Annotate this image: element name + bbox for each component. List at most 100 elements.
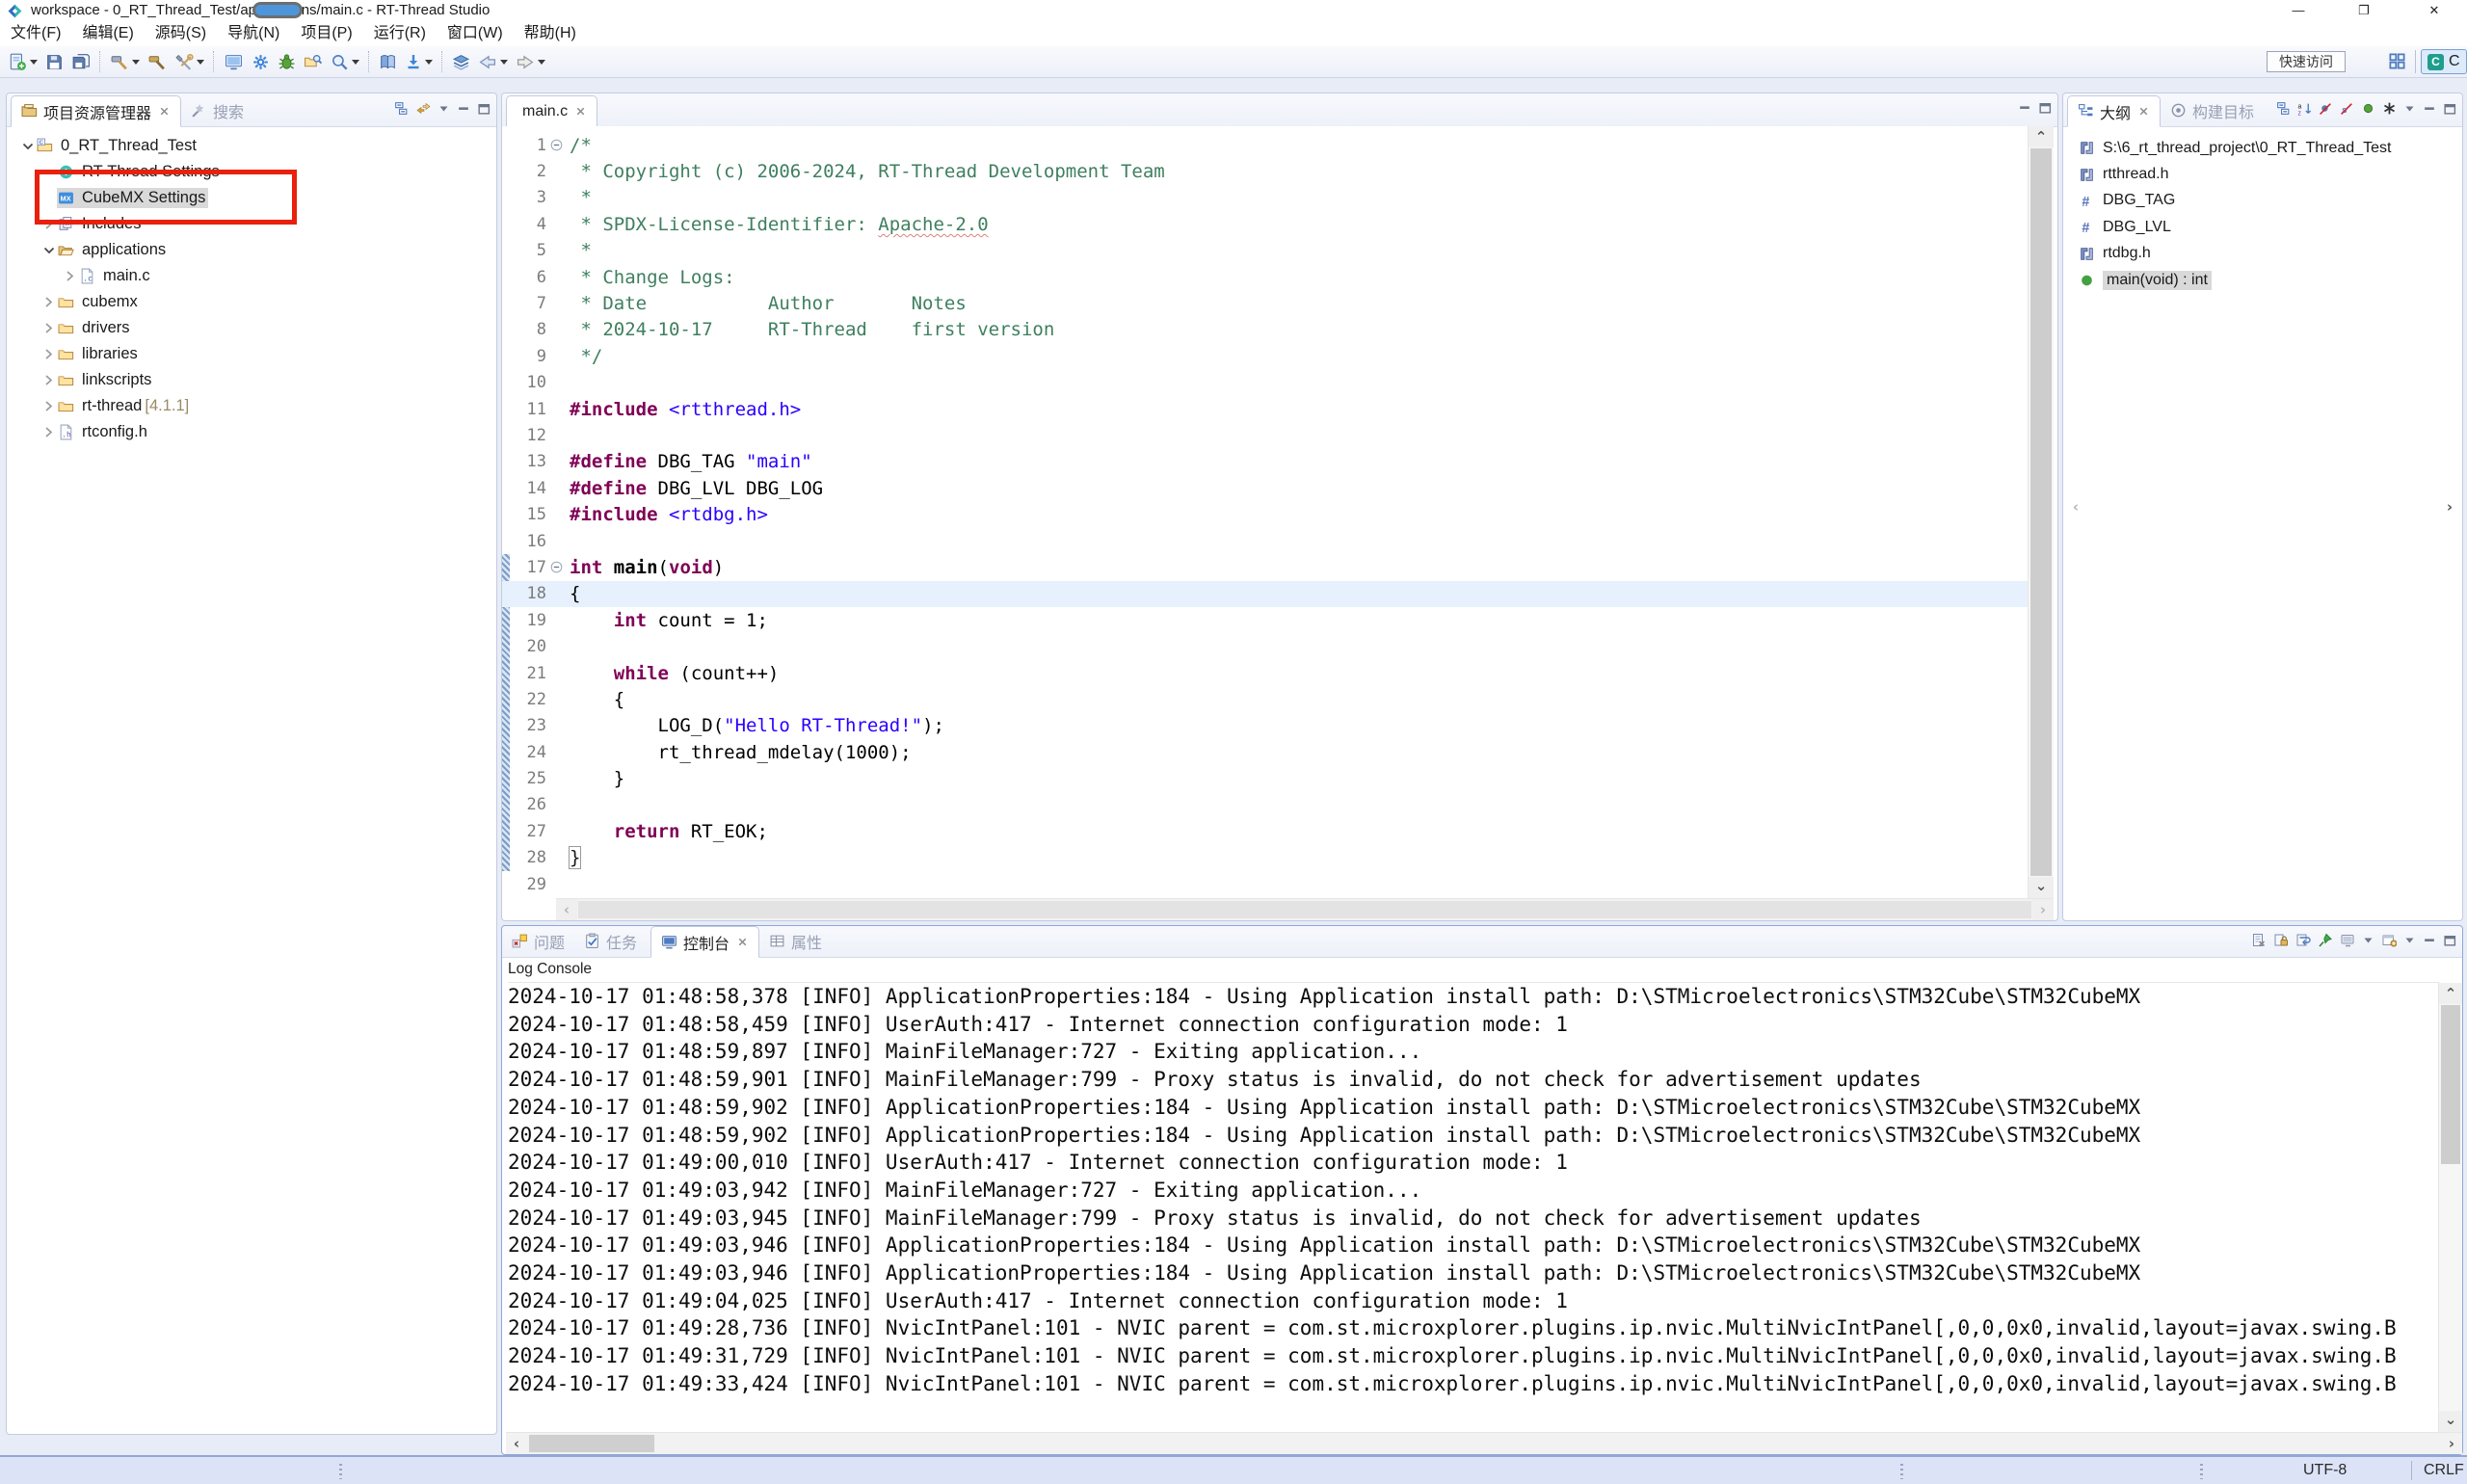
back-button[interactable]: [475, 51, 511, 73]
scroll-left-arrow[interactable]: ‹: [556, 899, 577, 920]
tree-item-cubemx[interactable]: cubemx: [7, 289, 496, 315]
menu-帮助H[interactable]: 帮助(H): [514, 21, 587, 46]
editor-vscroll-thumb[interactable]: [2030, 148, 2052, 876]
outline-tab[interactable]: 构建目标: [2161, 94, 2264, 126]
tree-item-0-rt-thread-test[interactable]: C0_RT_Thread_Test: [7, 133, 496, 159]
openconsole-icon[interactable]: [2381, 933, 2397, 947]
dropdown-caret[interactable]: [30, 60, 38, 65]
tree-item-body[interactable]: linkscripts: [57, 370, 154, 390]
tree-item-linkscripts[interactable]: linkscripts: [7, 367, 496, 393]
sortaz-icon[interactable]: az: [2297, 101, 2312, 116]
console-hscroll-thumb[interactable]: [529, 1435, 654, 1452]
build-project-button[interactable]: [145, 51, 170, 73]
clearconsole-icon[interactable]: [2251, 933, 2267, 947]
chevron-collapsed-icon[interactable]: [40, 347, 57, 361]
help-button[interactable]: [376, 51, 400, 73]
explorer-tab[interactable]: 搜索: [181, 94, 253, 126]
dropdown-caret[interactable]: [500, 60, 508, 65]
chevron-collapsed-icon[interactable]: [40, 425, 57, 439]
menu-编辑E[interactable]: 编辑(E): [71, 21, 144, 46]
close-icon[interactable]: [158, 105, 171, 118]
outline-item-s-6-rt-thread-project-0-rt-thr[interactable]: S:\6_rt_thread_project\0_RT_Thread_Test: [2063, 135, 2462, 161]
explorer-tab[interactable]: 项目资源管理器: [11, 95, 181, 127]
scroll-up-arrow[interactable]: ⌃: [2029, 126, 2054, 147]
console-horizontal-scrollbar[interactable]: ‹ ›: [506, 1432, 2462, 1454]
debug-button[interactable]: [275, 51, 299, 73]
tree-item-rt-thread[interactable]: rt-thread [4.1.1]: [7, 393, 496, 419]
viewmenu-icon[interactable]: [2362, 934, 2374, 946]
console-vertical-scrollbar[interactable]: ⌃ ⌄: [2438, 983, 2462, 1432]
minview-icon[interactable]: [2018, 101, 2031, 115]
chevron-collapsed-icon[interactable]: [61, 269, 78, 283]
menu-窗口W[interactable]: 窗口(W): [437, 21, 514, 46]
quick-access-box[interactable]: 快速访问: [2267, 51, 2346, 72]
c-perspective-button[interactable]: C C: [2421, 49, 2467, 74]
editor-horizontal-scrollbar[interactable]: ‹ ›: [556, 898, 2054, 920]
window-minimize-button[interactable]: —: [2276, 0, 2321, 21]
tree-item-body[interactable]: .hrtconfig.h: [57, 422, 150, 442]
console-scroll-right-arrow[interactable]: ›: [2441, 1433, 2462, 1454]
tree-item-body[interactable]: drivers: [57, 318, 133, 338]
close-icon[interactable]: [2137, 105, 2150, 118]
hidestatic-icon[interactable]: s: [2340, 101, 2354, 116]
tree-item-libraries[interactable]: libraries: [7, 341, 496, 367]
tree-item-body[interactable]: C0_RT_Thread_Test: [36, 136, 199, 156]
new-wizard-button[interactable]: [5, 50, 40, 73]
menu-运行R[interactable]: 运行(R): [363, 21, 437, 46]
dropdown-caret[interactable]: [425, 60, 433, 65]
tree-item-body[interactable]: .cmain.c: [78, 266, 153, 286]
chevron-collapsed-icon[interactable]: [40, 399, 57, 413]
menu-项目P[interactable]: 项目(P): [290, 21, 362, 46]
chevron-collapsed-icon[interactable]: [40, 321, 57, 335]
tree-item-main-c[interactable]: .cmain.c: [7, 263, 496, 289]
import-button[interactable]: [402, 51, 436, 73]
search-button[interactable]: [328, 51, 362, 73]
scrolllock-icon[interactable]: [2273, 933, 2289, 947]
outline-item-rtthread-h[interactable]: rtthread.h: [2063, 161, 2462, 187]
minview-icon[interactable]: [457, 102, 470, 116]
dropdown-caret[interactable]: [352, 60, 359, 65]
maxview-icon[interactable]: [2443, 934, 2456, 947]
scroll-down-arrow[interactable]: ⌄: [2029, 877, 2054, 898]
editor-hscroll-thumb[interactable]: [578, 901, 2031, 918]
outline-item-main-void-int[interactable]: main(void) : int: [2063, 267, 2462, 293]
window-close-button[interactable]: ✕: [2412, 0, 2456, 21]
tree-item-body[interactable]: rt-thread [4.1.1]: [57, 396, 189, 416]
open-perspective-button[interactable]: [2388, 52, 2406, 75]
close-icon[interactable]: [574, 105, 587, 118]
terminal-button[interactable]: [221, 51, 247, 73]
dropdown-caret[interactable]: [132, 60, 140, 65]
chevron-expanded-icon[interactable]: [18, 139, 36, 153]
tree-item-body[interactable]: applications: [57, 240, 169, 260]
tree-item-body[interactable]: libraries: [57, 344, 141, 364]
tree-item-rtconfig-h[interactable]: .hrtconfig.h: [7, 419, 496, 445]
forward-button[interactable]: [513, 51, 548, 73]
console-scroll-left-arrow[interactable]: ‹: [506, 1433, 527, 1454]
chevron-expanded-icon[interactable]: [40, 243, 57, 257]
greendot-icon[interactable]: [2361, 101, 2375, 116]
outline-scroll-left-arrow[interactable]: ‹: [2065, 93, 2086, 920]
viewmenu-icon[interactable]: [2403, 934, 2416, 946]
filterast-icon[interactable]: [2382, 101, 2397, 116]
save-button[interactable]: [42, 51, 66, 73]
scroll-right-arrow[interactable]: ›: [2032, 899, 2054, 920]
fold-marker-icon[interactable]: [550, 139, 564, 151]
viewmenu-icon[interactable]: [438, 102, 450, 115]
code-editor[interactable]: 1/*2 * Copyright (c) 2006-2024, RT-Threa…: [502, 126, 2028, 898]
chevron-collapsed-icon[interactable]: [40, 373, 57, 387]
viewmenu-icon[interactable]: [2403, 102, 2416, 115]
minview-icon[interactable]: [2423, 934, 2436, 947]
window-restore-button[interactable]: ❐: [2342, 0, 2386, 21]
log-output[interactable]: 2024-10-17 01:48:58,378 [INFO] Applicati…: [502, 983, 2438, 1432]
menu-文件F[interactable]: 文件(F): [0, 21, 71, 46]
tree-item-applications[interactable]: applications: [7, 237, 496, 263]
outline-item-dbg-tag[interactable]: #DBG_TAG: [2063, 188, 2462, 214]
pinconsole-icon[interactable]: [2318, 933, 2333, 947]
console-scroll-down-arrow[interactable]: ⌄: [2439, 1411, 2462, 1432]
dropdown-caret[interactable]: [538, 60, 545, 65]
wordwrap-icon[interactable]: [2295, 933, 2311, 947]
editor-tab-main-c[interactable]: main.c: [506, 95, 597, 127]
menu-源码S[interactable]: 源码(S): [145, 21, 217, 46]
save-all-button[interactable]: [68, 51, 93, 73]
outline-item-dbg-lvl[interactable]: #DBG_LVL: [2063, 214, 2462, 240]
